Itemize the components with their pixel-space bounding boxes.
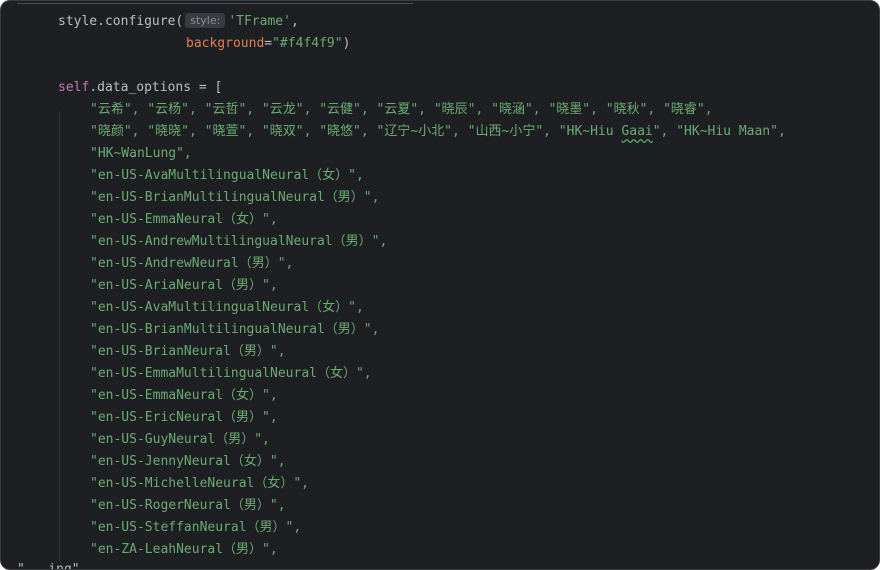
code-line[interactable]: background="#f4f4f9") [186, 33, 350, 55]
list-item[interactable]: "en-US-AvaMultilingualNeural（女）", [90, 165, 364, 187]
list-item[interactable]: "en-US-EmmaNeural（女）", [90, 209, 278, 231]
list-item[interactable]: "en-US-AvaMultilingualNeural（女）", [90, 297, 364, 319]
list-item[interactable]: "en-ZA-LeahNeural（男）", [90, 539, 278, 561]
indent-guide [59, 111, 60, 561]
list-item[interactable]: "en-US-MichelleNeural（女）", [90, 473, 309, 495]
list-item[interactable]: "en-US-SteffanNeural（男）", [90, 517, 301, 539]
code-line[interactable]: "云希", "云杨", "云哲", "云龙", "云健", "云夏", "晓辰"… [90, 99, 713, 121]
list-item[interactable]: "en-US-BrianMultilingualNeural（男）", [90, 319, 379, 341]
list-item[interactable]: "en-US-EricNeural（男）", [90, 407, 278, 429]
code-line[interactable]: self.data_options = [ [58, 77, 222, 99]
list-item[interactable]: "en-US-AndrewNeural（男）", [90, 253, 293, 275]
list-item[interactable]: "en-US-BrianNeural（男）", [90, 341, 286, 363]
code-line[interactable]: style.configure(style: 'TFrame', [58, 11, 299, 33]
list-item[interactable]: "en-US-EmmaMultilingualNeural（女）", [90, 363, 372, 385]
list-item[interactable]: "en-US-RogerNeural（男）", [90, 495, 286, 517]
list-item[interactable]: "en-US-AriaNeural（男）", [90, 275, 278, 297]
list-item[interactable]: "en-US-EmmaNeural（女）", [90, 385, 278, 407]
list-item[interactable]: "en-US-JennyNeural（女）", [90, 451, 286, 473]
spellcheck-squiggle: Gaai [621, 124, 653, 139]
code-line-partial: "...ing" [17, 562, 80, 570]
parameter-hint: style: [185, 13, 226, 28]
list-item[interactable]: "en-US-GuyNeural（男）", [90, 429, 270, 451]
code-editor[interactable]: style.configure(style: 'TFrame', backgrou… [0, 0, 880, 570]
list-item[interactable]: "HK~WanLung", [90, 143, 192, 165]
list-item[interactable]: "en-US-AndrewMultilingualNeural（男）", [90, 231, 387, 253]
list-item[interactable]: "en-US-BrianMultilingualNeural（男）", [90, 187, 379, 209]
tab-divider [17, 3, 413, 4]
code-line[interactable]: "晓颜", "晓晓", "晓萱", "晓双", "晓悠", "辽宁~小北", "… [90, 121, 786, 143]
